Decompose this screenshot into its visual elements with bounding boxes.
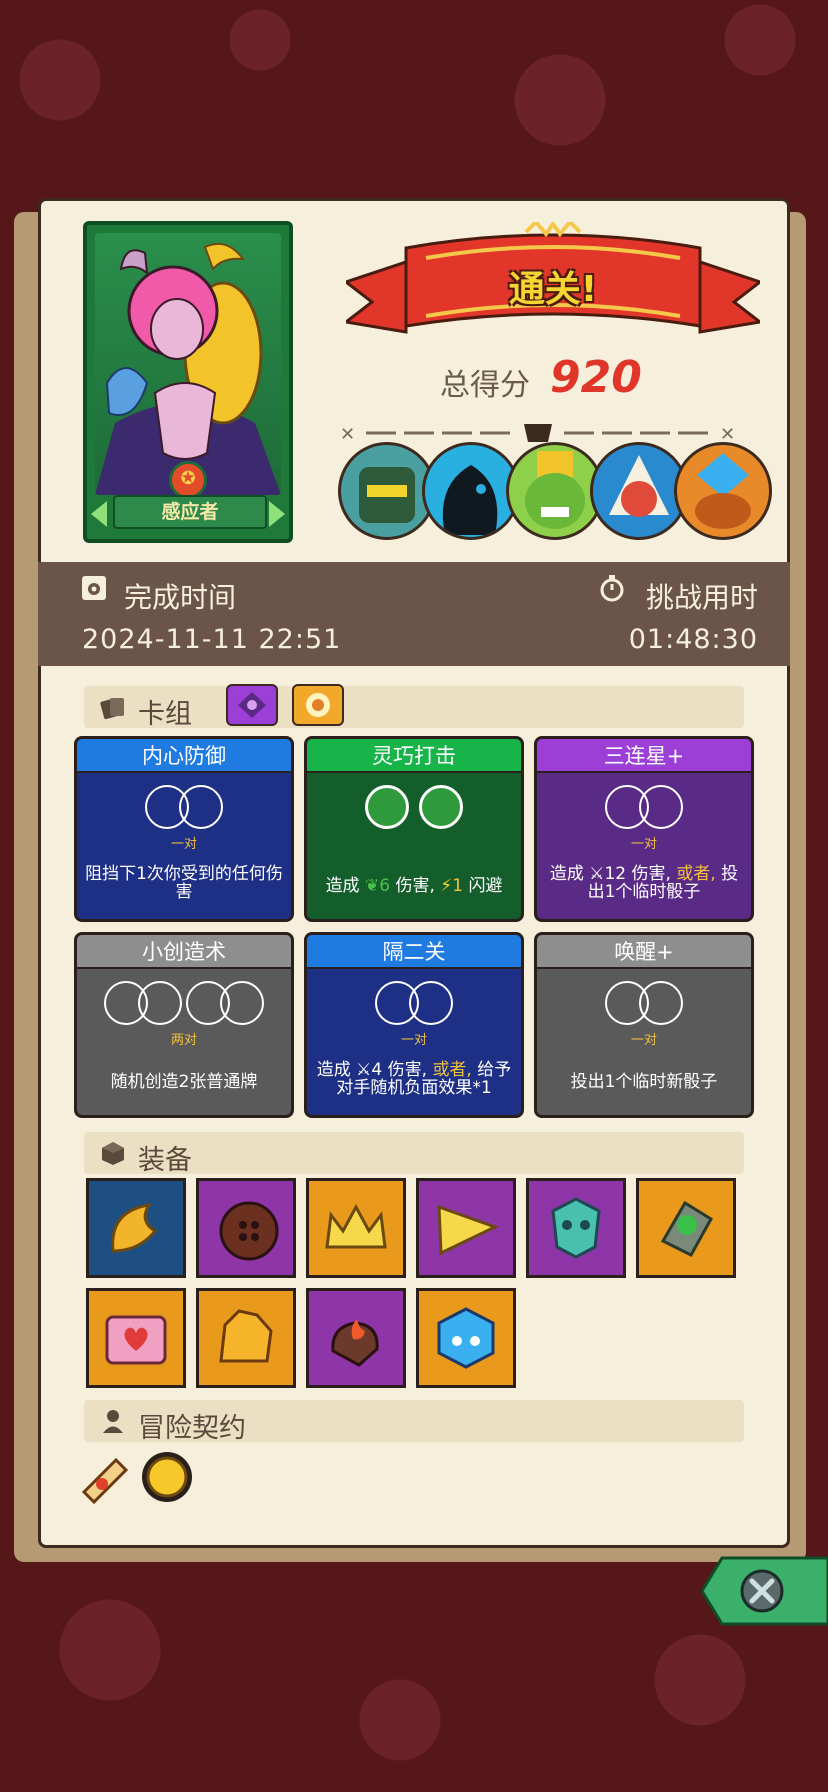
deck-title: 卡组	[138, 699, 192, 730]
crown-icon[interactable]	[306, 1178, 406, 1278]
hero-next-arrow-icon[interactable]	[269, 501, 285, 527]
button-icon[interactable]	[196, 1178, 296, 1278]
scroll-icon[interactable]	[76, 1448, 134, 1506]
dice-slots	[307, 785, 521, 833]
finish-time-label: 完成时间	[124, 581, 237, 614]
sword-icon: ⚔	[589, 864, 605, 884]
contract-title: 冒险契约	[138, 1413, 246, 1444]
duration-label: 挑战用时	[645, 581, 758, 614]
gold-coin-icon[interactable]	[138, 1448, 196, 1506]
cards-icon	[100, 698, 124, 720]
hero-card[interactable]: ✪ 感应者	[83, 221, 293, 543]
cube-icon	[102, 1142, 124, 1165]
cheese-icon[interactable]	[416, 1178, 516, 1278]
calendar-icon	[82, 576, 106, 600]
defeated-bosses	[338, 442, 778, 542]
card-small-creation[interactable]: 小创造术 两对 随机创造2张普通牌	[74, 932, 294, 1118]
card-triple-star[interactable]: 三连星+ 一对 造成 ⚔12 伤害, 或者, 投出1个临时骰子	[534, 736, 754, 922]
duration-value: 01:48:30	[628, 624, 758, 655]
fire-crystal-icon[interactable]	[196, 1288, 296, 1388]
dice-slots	[77, 785, 291, 833]
equipment-header: 装备	[84, 1132, 744, 1176]
close-button[interactable]	[702, 1556, 828, 1626]
time-bar: 完成时间 2024-11-11 22:51 挑战用时 01:48:30	[38, 562, 790, 666]
card-awaken[interactable]: 唤醒+ 一对 投出1个临时新骰子	[534, 932, 754, 1118]
hero-name: 感应者	[113, 495, 267, 529]
ice-cube-icon[interactable]	[416, 1288, 516, 1388]
score-label: 总得分	[440, 368, 530, 403]
card-skip-two[interactable]: 隔二关 一对 造成 ⚔4 伤害, 或者, 给予对手随机负面效果*1	[304, 932, 524, 1118]
demon-mask-icon[interactable]	[526, 1178, 626, 1278]
damage-icon: ❦	[364, 876, 380, 896]
dice-slots	[77, 981, 291, 1029]
deck-tab-gold[interactable]	[292, 684, 344, 726]
dodge-icon: ⚡	[440, 876, 453, 896]
dice-slots	[307, 981, 521, 1029]
card-agile-strike[interactable]: 灵巧打击 造成 ❦6 伤害, ⚡1 闪避	[304, 736, 524, 922]
person-icon	[103, 1410, 123, 1433]
hero-prev-arrow-icon[interactable]	[91, 501, 107, 527]
deck-header: 卡组	[84, 686, 744, 730]
sword-icon: ⚔	[356, 1060, 372, 1080]
deck-tab-purple[interactable]	[226, 684, 278, 726]
victory-text: 通关!	[508, 269, 598, 310]
victory-banner: 通关!	[342, 219, 764, 358]
flame-rock-icon[interactable]	[306, 1288, 406, 1388]
score-value: 920	[550, 352, 642, 403]
boss-5-icon	[674, 442, 772, 540]
stopwatch-icon	[600, 575, 624, 602]
finish-time-value: 2024-11-11 22:51	[82, 624, 342, 655]
dice-slots	[537, 981, 751, 1029]
horn-icon[interactable]	[86, 1178, 186, 1278]
moss-stone-icon[interactable]	[636, 1178, 736, 1278]
equipment-title: 装备	[138, 1145, 192, 1176]
heart-box-icon[interactable]	[86, 1288, 186, 1388]
contract-header: 冒险契约	[84, 1400, 744, 1444]
hero-portrait	[95, 233, 281, 495]
card-inner-defense[interactable]: 内心防御 一对 阻挡下1次你受到的任何伤害	[74, 736, 294, 922]
hero-class-badge: ✪	[169, 461, 207, 499]
dice-slots	[537, 785, 751, 833]
